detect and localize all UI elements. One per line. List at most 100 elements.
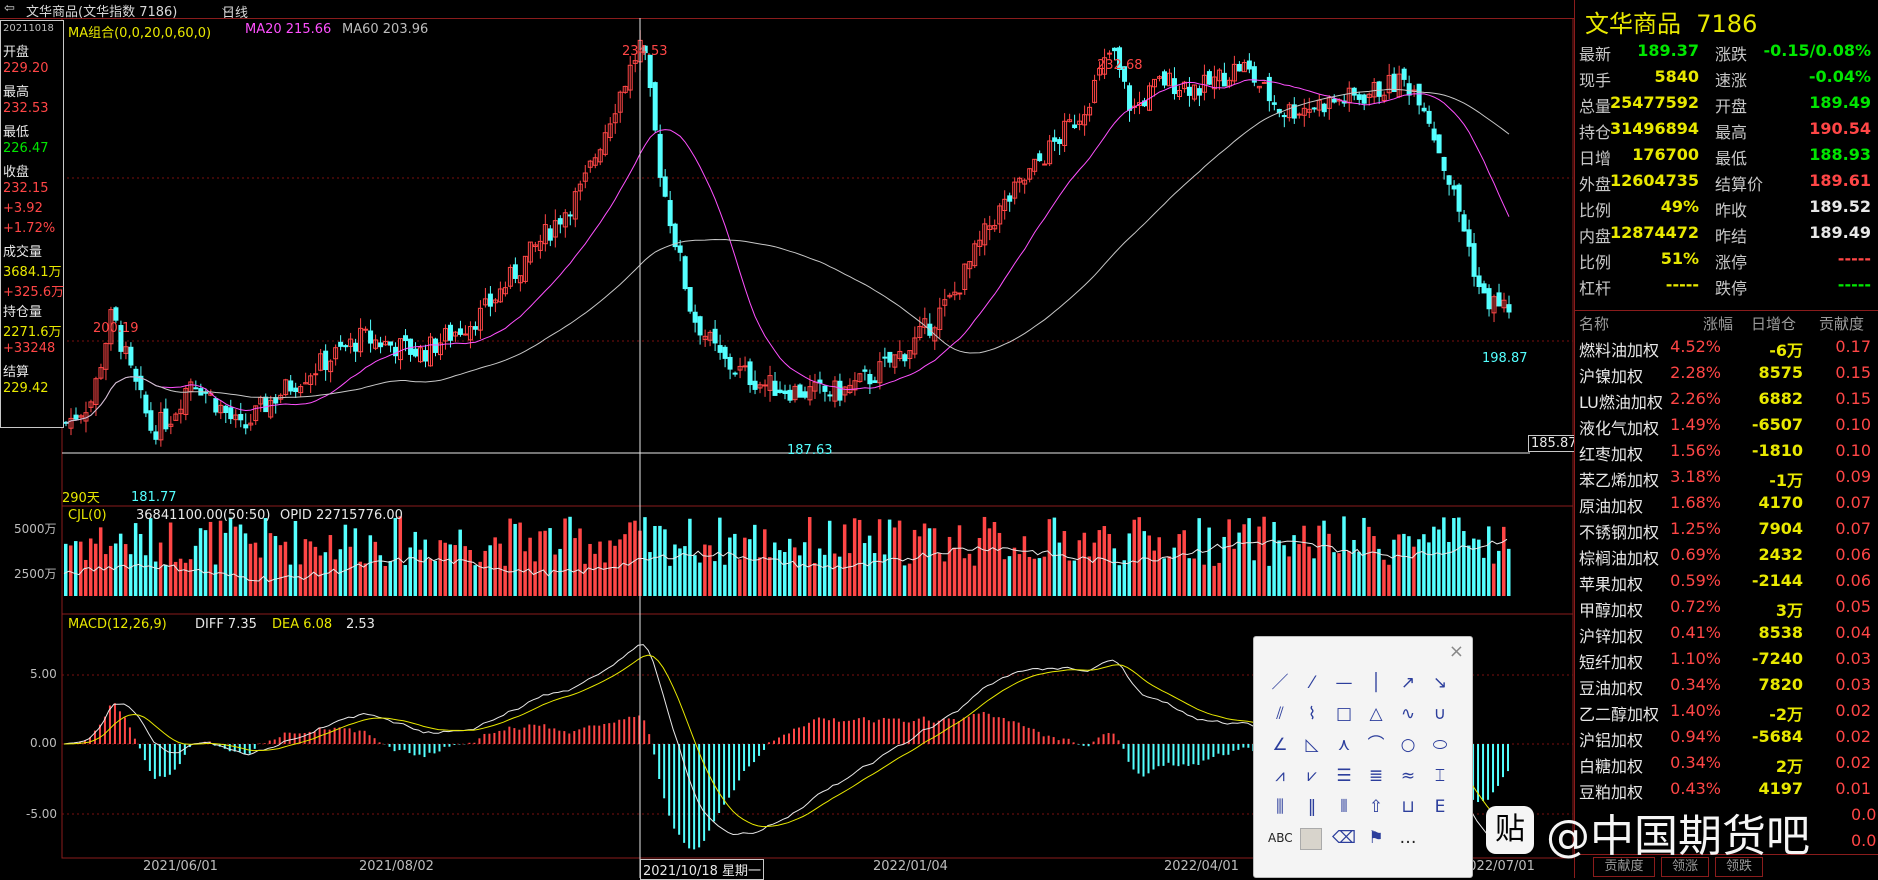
ma-combo-label[interactable]: MA组合(0,0,20,0,60,0) [68,22,211,41]
item-contrib: 0.05 [1835,597,1871,616]
item-pct: 3.18% [1670,467,1721,486]
list-item[interactable]: 不锈钢加权 1.25% 7904 0.07 [1575,516,1878,542]
quote-label: 总量 [1579,97,1612,116]
ruler-tool-icon[interactable]: ⊔ [1396,795,1420,819]
list-item[interactable]: 豆油加权 0.34% 7820 0.03 [1575,672,1878,698]
list-item[interactable]: 白糖加权 0.34% 2万 0.02 [1575,750,1878,776]
vline-tool-icon[interactable]: │ [1364,671,1388,695]
parallel-tool-icon[interactable]: ⫽ [1268,702,1292,726]
vol-tick-2500: 2500万 [14,567,57,581]
resistance-tool-icon[interactable]: ≈ [1396,764,1420,788]
list-item[interactable]: 苹果加权 0.59% -2144 0.06 [1575,568,1878,594]
volume-bar [293,520,298,596]
quote-label: 日增 [1579,149,1612,168]
gann-tool-icon[interactable]: ∠ [1268,733,1292,757]
text-e-tool-icon[interactable]: Ε [1428,795,1452,819]
volume-bar [303,539,308,596]
volume-bar [403,565,408,596]
fan-tool-icon[interactable]: ⩘ [1268,764,1292,788]
volume-bar [153,561,158,596]
hline-tool-icon[interactable]: — [1332,671,1356,695]
close-icon[interactable]: × [1449,641,1464,662]
col-oi[interactable]: 日增仓 [1751,313,1796,334]
list-item[interactable]: 豆粕加权 0.43% 4197 0.01 [1575,776,1878,802]
volume-bar [368,535,373,596]
channel-tool-icon[interactable]: ☰ [1332,764,1356,788]
candle-body [882,356,888,359]
list-item[interactable]: 甲醇加权 0.72% 3万 0.05 [1575,594,1878,620]
candle-body [363,328,369,331]
list-item[interactable]: 原油加权 1.68% 4170 0.07 [1575,490,1878,516]
list-item[interactable]: 棕榈油加权 0.69% 2432 0.06 [1575,542,1878,568]
candle-body [388,341,394,346]
item-pct: 0.34% [1670,675,1721,694]
info-close-label: 收盘 [3,165,30,180]
color-tool-icon[interactable] [1300,828,1322,850]
volume-bar [1332,552,1336,596]
list-item[interactable]: 短纤加权 1.10% -7240 0.03 [1575,646,1878,672]
period-tool-icon[interactable]: ⦀ [1332,795,1356,819]
cjl-label[interactable]: CJL(0) [68,508,107,523]
list-item[interactable]: LU燃油加权 2.26% 6882 0.15 [1575,386,1878,412]
flag-tool-icon[interactable]: ⚑ [1364,826,1388,850]
angle-tool-icon[interactable]: ◺ [1300,733,1324,757]
candle-body [722,346,728,359]
col-pct[interactable]: 涨幅 [1703,313,1733,334]
col-contrib[interactable]: 贡献度 [1819,313,1864,334]
cycle-tool-icon[interactable]: ⫼ [1268,795,1292,819]
arc-tool-icon[interactable]: ⌒ [1364,733,1388,757]
arrow-line-tool-icon[interactable]: ↗ [1396,671,1420,695]
menu-arrows-icon[interactable]: ⇦ [4,1,15,16]
volume-bar [1032,558,1037,596]
list-item[interactable]: 燃料油加权 4.52% -6万 0.17 [1575,334,1878,360]
volume-bar [158,542,163,596]
fork-tool-icon[interactable]: ⋏ [1332,733,1356,757]
volume-bar [1047,519,1052,596]
col-name[interactable]: 名称 [1579,313,1609,334]
time-zone-tool-icon[interactable]: ‖ [1300,795,1324,819]
fib-tool-icon[interactable]: ≣ [1364,764,1388,788]
list-item[interactable]: 液化气加权 1.49% -6507 0.10 [1575,412,1878,438]
ray-tool-icon[interactable]: ⁄ [1300,671,1324,695]
volume-bar [802,542,807,596]
ellipse-tool-icon[interactable]: ⬭ [1428,733,1452,757]
candle-body [1461,214,1467,232]
fib-retrace-tool-icon[interactable]: ⌶ [1428,764,1452,788]
list-item[interactable]: 苯乙烯加权 3.18% -1万 0.09 [1575,464,1878,490]
volume-bar [1022,536,1027,596]
volume-bar [1262,516,1266,596]
candle-body [293,387,299,393]
volume-bar [328,535,333,596]
candle-body [1416,83,1422,106]
list-item[interactable]: 红枣加权 1.56% -1810 0.10 [1575,438,1878,464]
volume-bar [623,534,627,596]
text-tool-icon[interactable]: ABC [1268,826,1293,850]
up-arrow-tool-icon[interactable]: ⇧ [1364,795,1388,819]
list-item[interactable]: 乙二醇加权 1.40% -2万 0.02 [1575,698,1878,724]
eraser-tool-icon[interactable]: ⌫ [1332,826,1356,850]
volume-bar [1382,559,1386,596]
circle-tool-icon[interactable]: ○ [1396,733,1420,757]
arrow-down-tool-icon[interactable]: ↘ [1428,671,1452,695]
list-item[interactable]: 沪锌加权 0.41% 8538 0.04 [1575,620,1878,646]
volume-bar [228,517,233,596]
candle-body [727,356,733,370]
list-item[interactable]: 沪镍加权 2.28% 8575 0.15 [1575,360,1878,386]
volume-bar [198,528,203,596]
macd-label[interactable]: MACD(12,26,9) [68,617,167,632]
volume-bar [418,549,423,596]
line-tool-icon[interactable]: ／ [1268,671,1292,695]
speed-line-tool-icon[interactable]: ⩗ [1300,764,1324,788]
triangle-tool-icon[interactable]: △ [1364,702,1388,726]
volume-bar [1112,548,1117,596]
wave-tool-icon[interactable]: ∿ [1396,702,1420,726]
rect-tool-icon[interactable]: □ [1332,702,1356,726]
list-item[interactable]: 沪铝加权 0.94% -5684 0.02 [1575,724,1878,750]
candle-body [323,350,329,371]
polyline-tool-icon[interactable]: ⌇ [1300,702,1324,726]
macd-tick-m5: -5.00 [26,807,58,821]
u-shape-tool-icon[interactable]: ∪ [1428,702,1452,726]
more-tool-icon[interactable]: … [1396,826,1420,850]
volume-bar [73,541,78,596]
candle-body [223,405,229,413]
